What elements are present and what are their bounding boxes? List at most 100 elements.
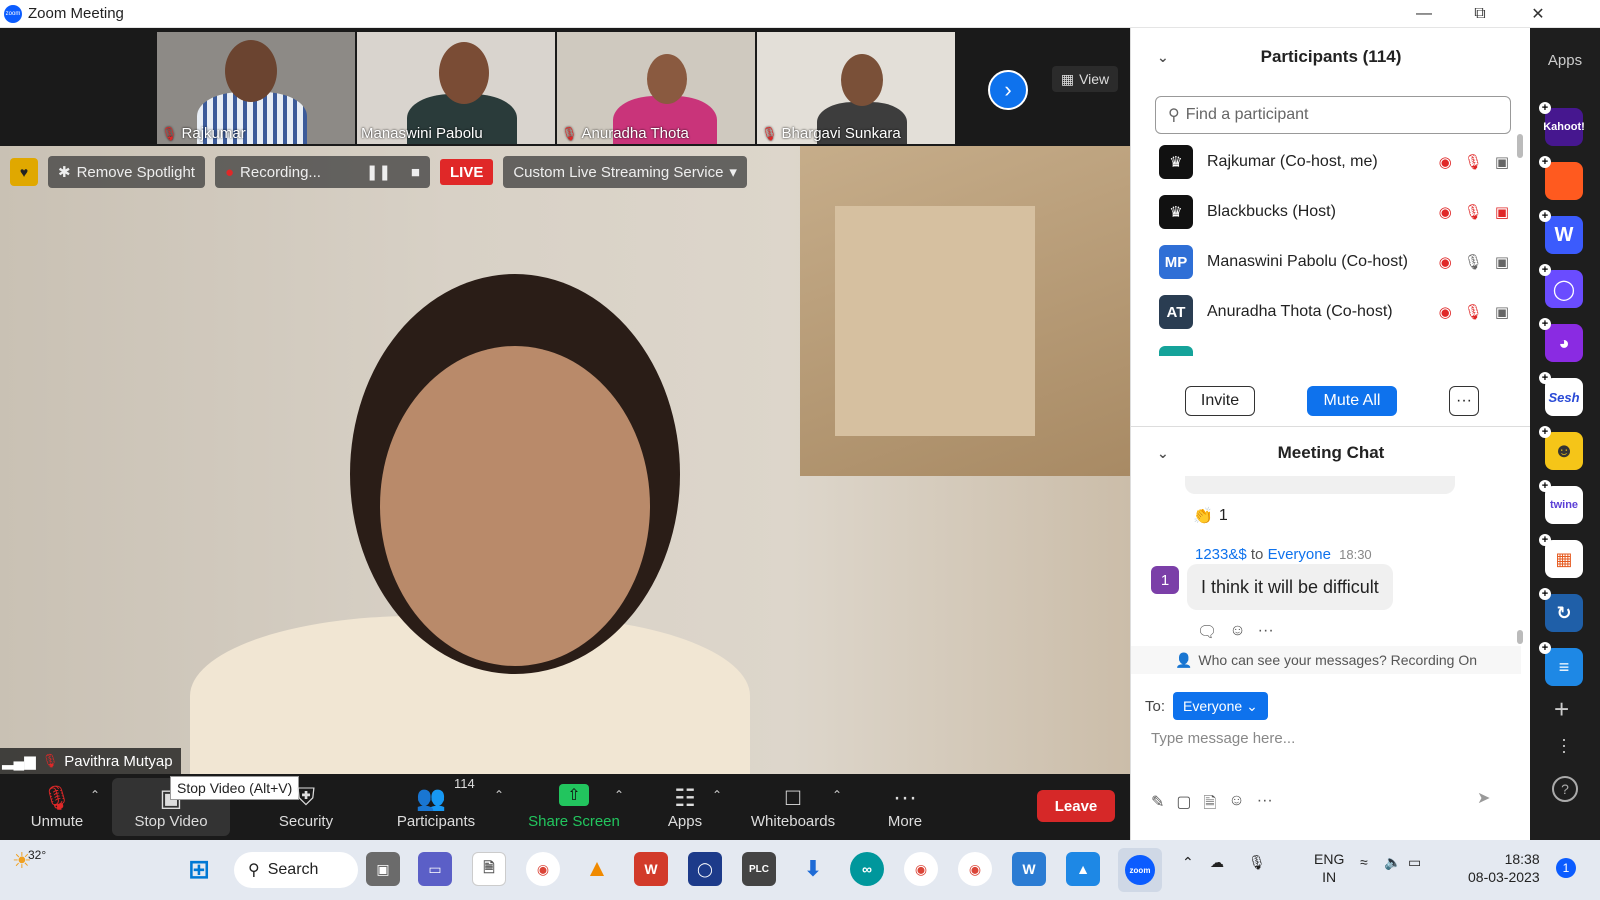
remove-spotlight-button[interactable]: ✱ Remove Spotlight	[48, 156, 205, 188]
downloads-icon[interactable]: ⬇	[796, 852, 830, 886]
video-tile[interactable]: 🎙 Rajkumar	[157, 32, 355, 144]
video-tile[interactable]: 🎙 Bhargavi Sunkara	[757, 32, 955, 144]
participant-status-icons: ◉ 🎙 ▣	[1439, 303, 1509, 321]
participants-more-button[interactable]: ···	[1449, 386, 1479, 416]
microphone-icon[interactable]: 🎙	[1248, 854, 1266, 871]
app-icon[interactable]: + ▦	[1539, 534, 1583, 578]
app-icon[interactable]: + ◯	[1539, 264, 1583, 308]
emoji-icon[interactable]: ☺	[1228, 792, 1244, 819]
app-icon[interactable]: +	[1539, 156, 1583, 200]
chat-scrollbar[interactable]	[1517, 630, 1523, 644]
participants-button[interactable]: 👥 114 Participants	[390, 776, 482, 836]
close-button[interactable]: ✕	[1510, 0, 1566, 28]
participant-row[interactable]: AT Anuradha Thota (Co-host) ◉ 🎙 ▣	[1159, 292, 1509, 332]
wps-office-icon[interactable]: W	[634, 852, 668, 886]
participant-search-input[interactable]: ⚲ Find a participant	[1155, 96, 1511, 134]
message-time: 18:30	[1339, 547, 1372, 562]
participants-caret-icon[interactable]: ⌃	[494, 788, 504, 802]
apps-caret-icon[interactable]: ⌃	[712, 788, 722, 802]
minimize-button[interactable]: —	[1396, 0, 1452, 28]
invite-button[interactable]: Invite	[1185, 386, 1255, 416]
unmute-button[interactable]: 🎙 Unmute	[20, 778, 94, 836]
speaker-name-tag: ▂▄▆ 🎙 Pavithra Mutyap	[0, 748, 181, 774]
pause-recording-icon[interactable]: ❚❚	[366, 163, 391, 181]
vlc-icon[interactable]: ▲	[580, 852, 614, 886]
language-indicator[interactable]: ENG IN	[1314, 850, 1344, 886]
clock[interactable]: 18:38 08-03-2023	[1468, 850, 1540, 886]
reply-icon[interactable]: 🗨	[1197, 622, 1217, 642]
whiteboards-button[interactable]: □ Whiteboards	[748, 778, 838, 836]
streaming-service-dropdown[interactable]: Custom Live Streaming Service ▾	[503, 156, 747, 188]
notification-badge[interactable]: 1	[1556, 858, 1576, 878]
arduino-icon[interactable]: ∞	[850, 852, 884, 886]
taskbar-search[interactable]: ⚲ Search	[234, 852, 358, 888]
wifi-icon[interactable]: ≈	[1360, 854, 1368, 870]
format-icon[interactable]: ✎	[1151, 792, 1164, 819]
app-icon[interactable]: + ◕	[1539, 318, 1583, 362]
video-tile[interactable]: Manaswini Pabolu	[357, 32, 555, 144]
app-icon[interactable]: + ≡	[1539, 642, 1583, 686]
apps-button[interactable]: ☷ Apps	[660, 778, 710, 836]
zoom-taskbar-button[interactable]: zoom	[1118, 848, 1162, 892]
reaction-badge[interactable]: 👏 1	[1193, 506, 1228, 526]
message-visibility-note[interactable]: 👤 Who can see your messages? Recording O…	[1131, 646, 1521, 674]
more-vertical-icon[interactable]: · · ·	[1561, 730, 1567, 760]
restore-button[interactable]: ⧉	[1452, 0, 1508, 28]
participant-row[interactable]: MP Manaswini Pabolu (Co-host) ◉ 🎙 ▣	[1159, 242, 1509, 282]
security-button[interactable]: ⛨ Security	[270, 778, 342, 836]
add-app-icon[interactable]: +	[1554, 694, 1569, 725]
chrome-profile-icon[interactable]: ◉	[958, 852, 992, 886]
collapse-chevron-icon[interactable]: ⌄	[1157, 49, 1169, 66]
more-button[interactable]: ··· More	[880, 778, 930, 836]
onedrive-cloud-icon[interactable]: ☁	[1210, 854, 1224, 871]
kahoot-app-icon[interactable]: + Kahoot!	[1539, 102, 1585, 146]
chrome-icon[interactable]: ◉	[526, 852, 560, 886]
video-tile[interactable]: 🎙 Anuradha Thota	[557, 32, 755, 144]
webex-icon[interactable]: ◯	[688, 852, 722, 886]
shield-icon[interactable]: ♥	[10, 158, 38, 186]
more-dots-icon[interactable]: ···	[1258, 622, 1274, 642]
file-app-icon[interactable]: 🗎	[472, 852, 506, 886]
app-icon[interactable]: + ☻	[1539, 426, 1583, 470]
participants-scrollbar[interactable]	[1517, 134, 1523, 158]
file-icon[interactable]: 🗎	[1204, 792, 1217, 819]
audio-options-caret-icon[interactable]: ⌃	[90, 788, 100, 802]
volume-icon[interactable]: 🔈	[1384, 854, 1401, 871]
participant-row[interactable]: ♛ Blackbucks (Host) ◉ 🎙 ▣	[1159, 192, 1509, 232]
collapse-chevron-icon[interactable]: ⌄	[1157, 445, 1169, 462]
help-icon[interactable]: ?	[1552, 776, 1578, 802]
windows-start-icon[interactable]: ⊞	[182, 852, 216, 886]
stop-recording-icon[interactable]: ■	[411, 164, 420, 181]
chat-message-input[interactable]: Type message here...	[1151, 730, 1295, 747]
view-button[interactable]: ▦ View	[1052, 66, 1118, 92]
plc-app-icon[interactable]: PLC	[742, 852, 776, 886]
task-view-icon[interactable]: ▣	[366, 852, 400, 886]
participant-row[interactable]: ♛ Rajkumar (Co-host, me) ◉ 🎙 ▣	[1159, 142, 1509, 182]
more-dots-icon[interactable]: ···	[1257, 792, 1273, 819]
apps-label: Apps	[667, 813, 703, 830]
share-screen-button[interactable]: ⇧ Share Screen	[528, 778, 620, 836]
word-icon[interactable]: W	[1012, 852, 1046, 886]
whiteboards-caret-icon[interactable]: ⌃	[832, 788, 842, 802]
screenshot-icon[interactable]: ▢	[1176, 792, 1191, 819]
next-page-button[interactable]: ›	[988, 70, 1028, 110]
app-icon[interactable]: + ↻	[1539, 588, 1583, 632]
share-caret-icon[interactable]: ⌃	[614, 788, 624, 802]
tray-chevron-up-icon[interactable]: ⌃	[1182, 854, 1194, 871]
sesh-app-icon[interactable]: + Sesh	[1539, 372, 1583, 416]
weather-widget[interactable]: ☀ 32°	[12, 848, 46, 874]
twine-app-icon[interactable]: + twine	[1539, 480, 1583, 524]
to-label: To:	[1145, 698, 1166, 715]
photos-icon[interactable]: ▲	[1066, 852, 1100, 886]
teams-chat-icon[interactable]: ▭	[418, 852, 452, 886]
battery-icon[interactable]: ▭	[1408, 854, 1421, 871]
chat-message-bubble[interactable]: I think it will be difficult	[1187, 564, 1393, 610]
message-sender[interactable]: 1233&$	[1195, 546, 1247, 563]
recipient-dropdown[interactable]: Everyone ⌄	[1173, 692, 1268, 720]
chrome-profile-icon[interactable]: ◉	[904, 852, 938, 886]
mute-all-button[interactable]: Mute All	[1307, 386, 1397, 416]
leave-button[interactable]: Leave	[1037, 790, 1115, 822]
app-icon[interactable]: + W	[1539, 210, 1583, 254]
send-icon[interactable]: ➤	[1477, 788, 1490, 808]
add-reaction-icon[interactable]: ☺	[1229, 622, 1245, 642]
